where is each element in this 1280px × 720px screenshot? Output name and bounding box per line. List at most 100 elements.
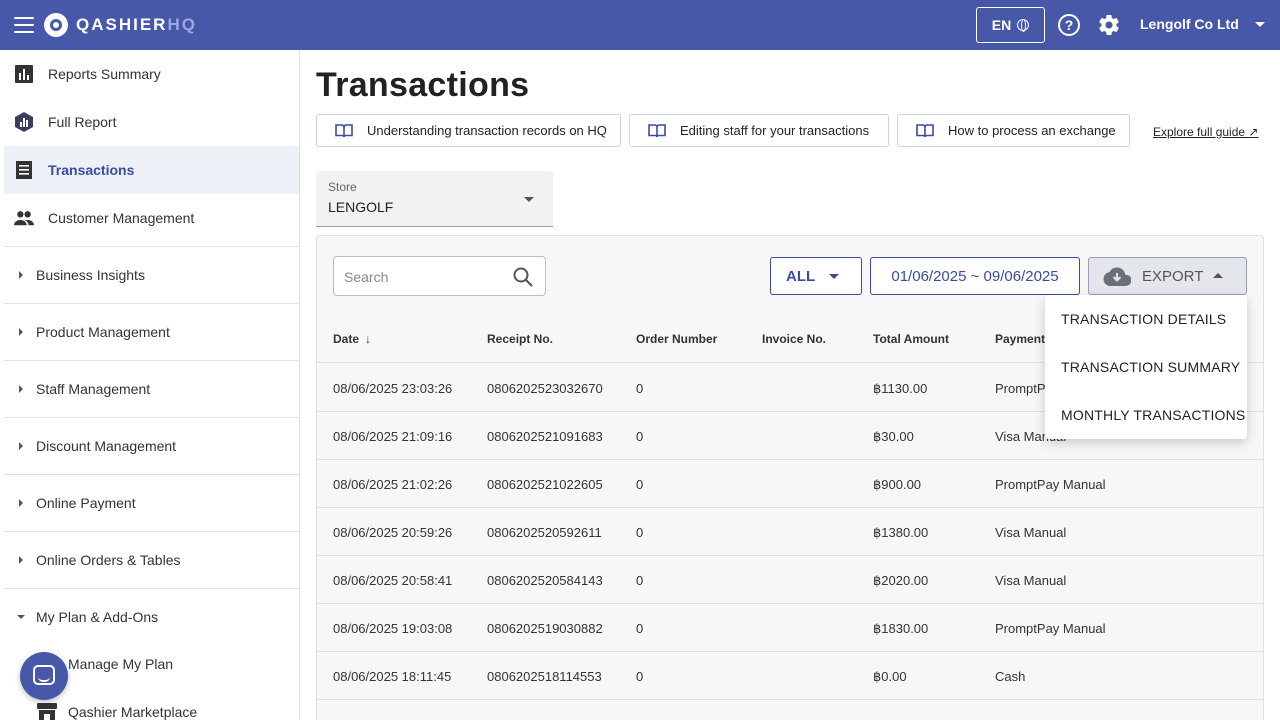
cell-payment: PromptPay Manual xyxy=(995,621,1106,636)
cell-date: 08/06/2025 19:03:08 xyxy=(333,621,453,636)
cell-total-amount: ฿2020.00 xyxy=(873,573,929,588)
cell-receipt: 0806202523032670 xyxy=(487,381,603,396)
cell-payment: PromptPay Manual xyxy=(995,477,1106,492)
sidebar-item-label: Full Report xyxy=(48,114,117,130)
book-icon xyxy=(916,124,934,138)
bar-chart-icon xyxy=(15,65,33,83)
chevron-right-icon xyxy=(19,271,23,279)
sidebar-item-reports-summary[interactable]: Reports Summary xyxy=(4,50,299,98)
cell-payment: Cash xyxy=(995,669,1026,684)
table-row-partial xyxy=(317,700,1263,720)
column-header-total-amount: Total Amount xyxy=(873,332,949,346)
book-icon xyxy=(335,124,353,138)
cell-order-number: 0 xyxy=(636,381,644,396)
guide-button-editing-staff[interactable]: Editing staff for your transactions xyxy=(629,114,889,147)
store-select[interactable]: Store LENGOLF xyxy=(316,171,553,227)
chevron-down-icon xyxy=(829,274,839,279)
sidebar-group-label: My Plan & Add-Ons xyxy=(36,608,159,625)
account-menu[interactable]: Lengolf Co Ltd xyxy=(1140,16,1265,32)
export-button[interactable]: EXPORT xyxy=(1088,257,1247,295)
chevron-down-icon xyxy=(524,197,534,202)
export-label: EXPORT xyxy=(1142,268,1204,285)
cell-total-amount: ฿0.00 xyxy=(873,669,907,684)
table-row[interactable]: 08/06/2025 18:11:45 0806202518114553 0 ฿… xyxy=(317,652,1263,700)
cell-order-number: 0 xyxy=(636,477,644,492)
logo-text: QASHIERHQ xyxy=(76,15,197,34)
cell-date: 08/06/2025 23:03:26 xyxy=(333,381,453,396)
guide-label: Understanding transaction records on HQ xyxy=(367,123,607,138)
column-header-payment: Payment xyxy=(995,332,1046,346)
chat-support-icon[interactable] xyxy=(20,652,68,700)
sidebar-group-online-orders-tables[interactable]: Online Orders & Tables xyxy=(4,531,299,587)
cell-date: 08/06/2025 21:09:16 xyxy=(333,429,453,444)
menu-item-transaction-details[interactable]: TRANSACTION DETAILS xyxy=(1045,295,1247,343)
column-header-order-number: Order Number xyxy=(636,332,718,346)
sidebar-item-transactions[interactable]: Transactions xyxy=(4,146,299,194)
top-app-bar: QASHIERHQ EN ? Lengolf Co Ltd xyxy=(0,0,1280,50)
chevron-right-icon xyxy=(19,442,23,450)
sidebar-group-online-payment[interactable]: Online Payment xyxy=(4,474,299,530)
chevron-right-icon xyxy=(19,556,23,564)
sidebar-item-full-report[interactable]: Full Report xyxy=(4,98,299,146)
export-menu: TRANSACTION DETAILS TRANSACTION SUMMARY … xyxy=(1045,295,1247,439)
sidebar-group-business-insights[interactable]: Business Insights xyxy=(4,246,299,302)
app-logo[interactable]: QASHIERHQ xyxy=(44,13,197,37)
menu-icon[interactable] xyxy=(14,15,34,35)
cell-payment: Visa Manual xyxy=(995,525,1067,540)
external-link-icon: ↗ xyxy=(1248,125,1259,139)
globe-icon xyxy=(1017,19,1030,32)
people-icon xyxy=(14,211,34,226)
cell-date: 08/06/2025 21:02:26 xyxy=(333,477,453,492)
menu-item-monthly-transactions[interactable]: MONTHLY TRANSACTIONS xyxy=(1045,391,1247,439)
chevron-down-icon xyxy=(17,615,25,619)
sidebar-group-label: Online Orders & Tables xyxy=(36,551,181,568)
menu-item-transaction-summary[interactable]: TRANSACTION SUMMARY xyxy=(1045,343,1247,391)
sidebar-group-my-plan-add-ons[interactable]: My Plan & Add-Ons xyxy=(4,588,299,644)
sidebar-group-label: Business Insights xyxy=(36,266,145,283)
sidebar-item-label: Qashier Marketplace xyxy=(68,704,198,720)
filter-all-button[interactable]: ALL xyxy=(770,257,862,295)
search-input[interactable] xyxy=(344,267,504,287)
sidebar-group-product-management[interactable]: Product Management xyxy=(4,303,299,359)
table-row[interactable]: 08/06/2025 19:03:08 0806202519030882 0 ฿… xyxy=(317,604,1263,652)
cell-date: 08/06/2025 20:59:26 xyxy=(333,525,453,540)
guide-button-process-exchange[interactable]: How to process an exchange xyxy=(897,114,1130,147)
cell-total-amount: ฿1130.00 xyxy=(873,381,928,396)
store-icon xyxy=(37,703,57,720)
sort-down-icon: ↓ xyxy=(365,332,372,346)
date-range-button[interactable]: 01/06/2025 ~ 09/06/2025 xyxy=(870,257,1080,295)
table-row[interactable]: 08/06/2025 20:59:26 0806202520592611 0 ฿… xyxy=(317,508,1263,556)
chevron-right-icon xyxy=(19,328,23,336)
explore-full-guide-link[interactable]: Explore full guide ↗ xyxy=(1153,125,1258,139)
sidebar-item-customer-management[interactable]: Customer Management xyxy=(4,194,299,242)
receipt-icon xyxy=(16,161,32,179)
sidebar-group-staff-management[interactable]: Staff Management xyxy=(4,360,299,416)
sidebar-item-label: Manage My Plan xyxy=(68,656,174,672)
sidebar-item-label: Customer Management xyxy=(48,210,195,226)
chevron-right-icon xyxy=(19,385,23,393)
account-name: Lengolf Co Ltd xyxy=(1140,16,1239,32)
cell-date: 08/06/2025 18:11:45 xyxy=(333,669,452,684)
chevron-down-icon xyxy=(1254,21,1265,27)
column-header-date[interactable]: Date ↓ xyxy=(333,332,371,346)
guide-button-transaction-records[interactable]: Understanding transaction records on HQ xyxy=(316,114,621,147)
page-title: Transactions xyxy=(316,66,530,104)
sidebar-group-label: Staff Management xyxy=(36,380,151,397)
cell-total-amount: ฿30.00 xyxy=(873,429,914,444)
table-row[interactable]: 08/06/2025 20:58:41 0806202520584143 0 ฿… xyxy=(317,556,1263,604)
cell-order-number: 0 xyxy=(636,669,644,684)
search-icon[interactable] xyxy=(512,266,534,288)
cell-order-number: 0 xyxy=(636,573,644,588)
gear-icon[interactable] xyxy=(1097,13,1121,37)
cell-receipt: 0806202521022605 xyxy=(487,477,603,492)
cell-receipt: 0806202521091683 xyxy=(487,429,603,444)
table-row[interactable]: 08/06/2025 21:02:26 0806202521022605 0 ฿… xyxy=(317,460,1263,508)
search-field[interactable] xyxy=(333,256,546,296)
cell-total-amount: ฿900.00 xyxy=(873,477,922,492)
sidebar-group-discount-management[interactable]: Discount Management xyxy=(4,417,299,473)
help-icon[interactable]: ? xyxy=(1058,14,1080,36)
cell-receipt: 0806202520584143 xyxy=(487,573,603,588)
cell-total-amount: ฿1830.00 xyxy=(873,621,929,636)
cell-receipt: 0806202518114553 xyxy=(487,669,602,684)
language-button[interactable]: EN xyxy=(976,7,1045,43)
